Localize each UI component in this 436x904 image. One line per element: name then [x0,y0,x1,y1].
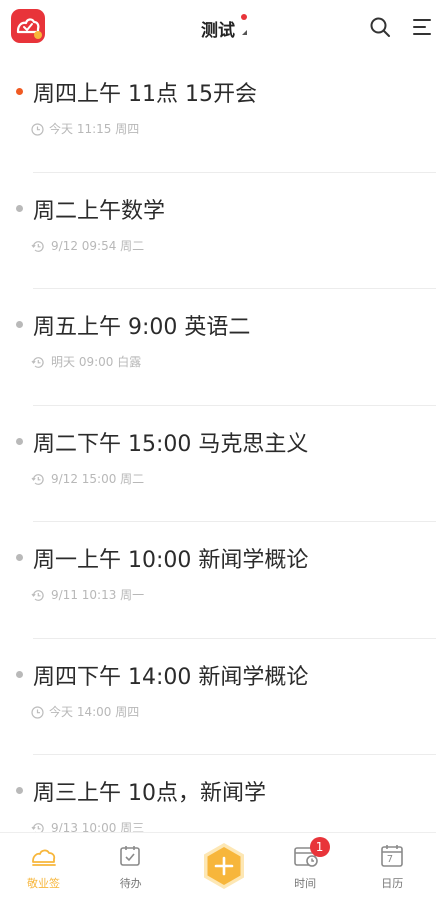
item-time: 9/13 10:00 周三 [51,821,145,832]
app-header: 测试 [0,0,436,56]
status-dot [16,204,23,212]
item-time: 9/12 15:00 周二 [51,471,145,486]
add-icon[interactable] [201,841,247,891]
list-item[interactable]: 周四下午 14:00 新闻学概论今天 14:00 周四 [0,639,436,755]
repeat-clock-icon [31,355,51,369]
item-time: 今天 11:15 周四 [49,122,140,136]
status-dot [16,437,23,445]
item-meta: 9/13 10:00 周三 [31,819,144,832]
tab-todo[interactable]: 待办 [87,833,174,904]
list-item[interactable]: 周一上午 10:00 新闻学概论 9/11 10:13 周一 [0,522,436,639]
menu-icon[interactable] [411,16,433,38]
list-item[interactable]: 周二下午 15:00 马克思主义 9/12 15:00 周二 [0,406,436,522]
status-dot [16,88,23,95]
status-dot [16,670,23,678]
list-item[interactable]: 周二上午数学 9/12 09:54 周二 [0,173,436,289]
item-meta: 9/12 15:00 周二 [31,470,144,487]
notification-dot [241,14,247,20]
item-title: 周四上午 11点 15开会 [33,82,257,107]
status-dot [16,787,23,794]
item-title: 周二上午数学 [33,198,166,224]
item-meta: 9/12 09:54 周二 [31,237,144,254]
item-title: 周五上午 9:00 英语二 [33,315,251,340]
item-time: 今天 14:00 周四 [49,704,140,719]
list-item[interactable]: 周四上午 11点 15开会今天 11:15 周四 [0,56,436,173]
repeat-clock-icon [31,472,51,486]
tab-label: 待办 [119,877,142,890]
item-time: 9/12 09:54 周二 [51,238,145,253]
clock-icon [31,705,49,719]
item-time: 明天 09:00 白露 [51,355,142,369]
note-list: 周四上午 11点 15开会今天 11:15 周四周二上午数学 9/12 09:54… [0,56,436,832]
repeat-clock-icon [31,239,51,253]
clock-icon [31,122,49,136]
tab-label: 日历 [381,877,404,890]
status-dot [16,554,23,561]
list-item[interactable]: 周三上午 10点，新闻学 9/13 10:00 周三 [0,755,436,832]
item-meta: 今天 11:15 周四 [31,120,139,137]
item-meta: 今天 14:00 周四 [31,703,139,720]
tab-label: 时间 [294,877,317,890]
tab-time[interactable]: 1 时间 [262,833,349,904]
repeat-clock-icon [31,588,51,602]
item-time: 9/11 10:13 周一 [51,588,145,602]
notification-badge: 1 [309,837,330,857]
dropdown-corner-icon [242,30,247,35]
status-dot [16,321,23,328]
search-icon[interactable] [369,16,391,38]
item-title: 周三上午 10点，新闻学 [33,781,266,806]
item-title: 周二下午 15:00 马克思主义 [33,431,309,457]
calendar-day-number: 7 [386,854,394,865]
tab-calendar[interactable]: 7 日历 [349,833,436,904]
item-meta: 9/11 10:13 周一 [31,586,144,603]
tab-label: 敬业签 [27,877,60,890]
tab-jingyeqian[interactable]: 敬业签 [0,833,87,904]
item-title: 周四下午 14:00 新闻学概论 [33,664,309,690]
page-title[interactable]: 测试 [201,14,247,41]
repeat-clock-icon [31,821,51,832]
page-title-text: 测试 [201,21,235,41]
item-title: 周一上午 10:00 新闻学概论 [33,548,309,573]
list-item[interactable]: 周五上午 9:00 英语二明天 09:00 白露 [0,289,436,406]
item-meta: 明天 09:00 白露 [31,353,141,370]
